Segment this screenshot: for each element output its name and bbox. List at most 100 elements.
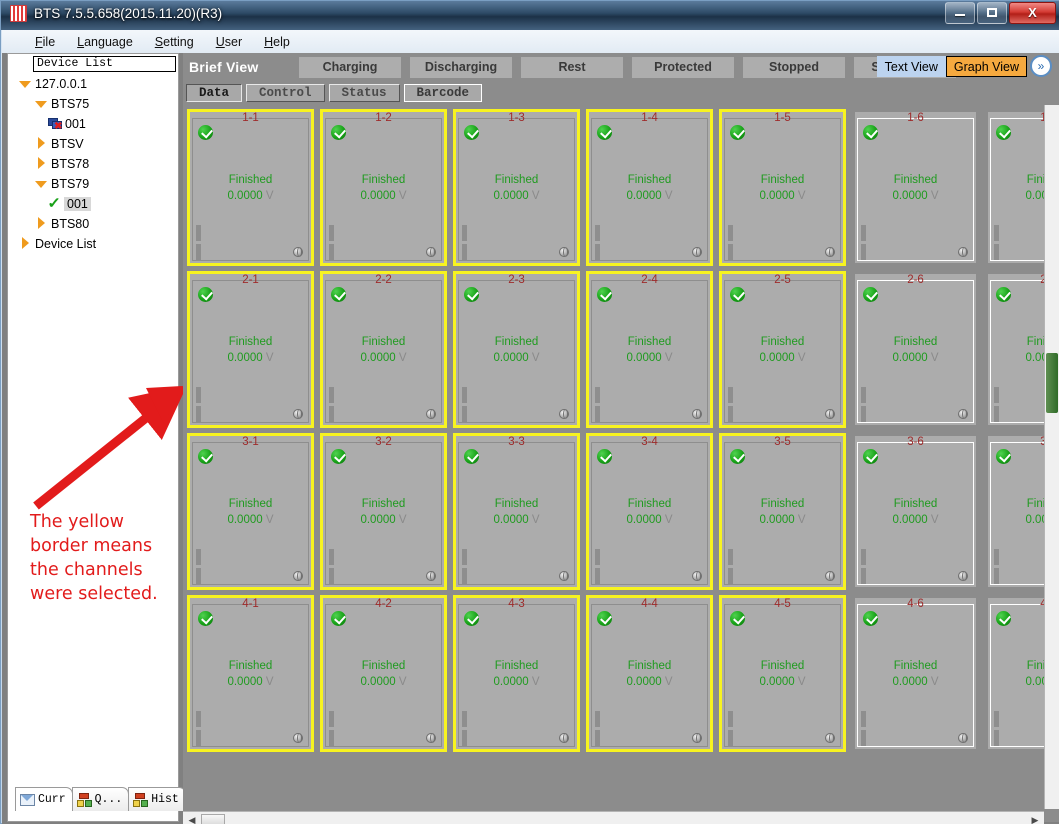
channel-voltage-value: 0.0000 — [1025, 352, 1044, 364]
tree-item-bts78[interactable]: BTS78 — [18, 154, 178, 174]
channel-cell[interactable]: 4-1 Finished 0.0000 V — [187, 595, 314, 752]
filter-stopped[interactable]: Stopped — [743, 56, 845, 78]
channel-cell[interactable]: 1-1 Finished 0.0000 V — [187, 109, 314, 266]
tree-item-label: BTS75 — [51, 97, 90, 111]
arrow-down-icon[interactable] — [18, 77, 32, 91]
arrow-right-icon[interactable] — [18, 236, 32, 252]
channel-cell-readout: Finished 0.0000 V — [722, 334, 843, 366]
filter-rest[interactable]: Rest — [521, 56, 623, 78]
menu-language[interactable]: Language — [66, 32, 144, 52]
channel-cell[interactable]: 3-2 Finished 0.0000 V — [320, 433, 447, 590]
arrow-down-icon[interactable] — [34, 97, 48, 111]
channel-indicator-bar — [329, 406, 334, 422]
channel-cell[interactable]: 3-3 Finished 0.0000 V — [453, 433, 580, 590]
channel-voltage-value: 0.0000 — [1025, 514, 1044, 526]
channel-cell[interactable]: 1-6 Finished 0.0000 V — [852, 109, 979, 266]
channel-voltage: 0.0000 V — [190, 674, 311, 690]
channel-voltage-unit: V — [265, 352, 274, 364]
channel-cell-wrapper: 1-1 Finished 0.0000 V — [185, 107, 318, 269]
graph-view-button[interactable]: Graph View — [945, 56, 1027, 77]
filter-discharging[interactable]: Discharging — [410, 56, 512, 78]
channel-cell-label: 1-5 — [774, 112, 791, 124]
filter-protected[interactable]: Protected — [632, 56, 734, 78]
close-button[interactable]: X — [1009, 2, 1056, 24]
minimize-button[interactable] — [945, 2, 975, 24]
channel-cell-readout: Finished 0.0000 V — [323, 658, 444, 690]
maximize-button[interactable] — [977, 2, 1007, 24]
tree-item-btsv[interactable]: BTSV — [18, 134, 178, 154]
channel-voltage: 0.0000 V — [323, 188, 444, 204]
menu-user[interactable]: User — [205, 32, 253, 52]
tab-control[interactable]: Control — [246, 84, 325, 102]
channel-cell[interactable]: 4-6 Finished 0.0000 V — [852, 595, 979, 752]
channel-cell[interactable]: 1-3 Finished 0.0000 V — [453, 109, 580, 266]
menu-setting[interactable]: Setting — [144, 32, 205, 52]
channel-cell[interactable]: 1-4 Finished 0.0000 V — [586, 109, 713, 266]
arrow-right-icon[interactable] — [34, 216, 48, 232]
tree-item-bts75[interactable]: BTS75 — [18, 94, 178, 114]
channel-indicator-bar — [462, 568, 467, 584]
channel-cell[interactable]: 4-5 Finished 0.0000 V — [719, 595, 846, 752]
vertical-scrollbar[interactable] — [1044, 105, 1059, 809]
channel-cell[interactable]: 4-4 Finished 0.0000 V — [586, 595, 713, 752]
channel-cell[interactable]: 2-7 Finished 0.0000 V — [985, 271, 1044, 428]
channel-grid: 1-1 Finished 0.0000 V 1-2 Finished 0.0000 V 1-… — [185, 107, 1044, 755]
horizontal-scrollbar-thumb[interactable] — [201, 814, 225, 824]
filter-charging[interactable]: Charging — [299, 56, 401, 78]
tab-data[interactable]: Data — [186, 84, 243, 102]
channel-cell[interactable]: 4-2 Finished 0.0000 V — [320, 595, 447, 752]
channel-indicator-bar — [329, 568, 334, 584]
channel-indicator-bar — [728, 730, 733, 746]
channel-indicator-bar — [595, 730, 600, 746]
channel-cell[interactable]: 3-6 Finished 0.0000 V — [852, 433, 979, 590]
channel-cell[interactable]: 3-4 Finished 0.0000 V — [586, 433, 713, 590]
arrow-right-icon[interactable] — [34, 156, 48, 172]
channel-cell[interactable]: 1-7 Finished 0.0000 V — [985, 109, 1044, 266]
tab-curr[interactable]: Curr — [15, 787, 73, 811]
channel-voltage-value: 0.0000 — [759, 352, 795, 364]
tab-status[interactable]: Status — [328, 84, 400, 102]
channel-cell[interactable]: 4-7 Finished 0.0000 V — [985, 595, 1044, 752]
channel-cell[interactable]: 2-5 Finished 0.0000 V — [719, 271, 846, 428]
channel-cell-wrapper: 1-3 Finished 0.0000 V — [451, 107, 584, 269]
tree-item-127-0-0-1[interactable]: 127.0.0.1 — [18, 74, 178, 94]
channel-cell-label: 4-7 — [1040, 598, 1044, 610]
channel-cell[interactable]: 2-6 Finished 0.0000 V — [852, 271, 979, 428]
arrow-down-icon[interactable] — [34, 177, 48, 191]
sphere-icon — [293, 247, 303, 257]
menu-file[interactable]: File — [24, 32, 66, 52]
tab-query[interactable]: Q... — [71, 787, 130, 811]
tree-item-bts80[interactable]: BTS80 — [18, 214, 178, 234]
channel-cell[interactable]: 2-2 Finished 0.0000 V — [320, 271, 447, 428]
status-ok-check-icon — [331, 125, 346, 140]
channel-indicator-bar — [595, 387, 600, 403]
channel-cell[interactable]: 3-1 Finished 0.0000 V — [187, 433, 314, 590]
tab-hist[interactable]: Hist — [128, 787, 186, 811]
tree-item-bts79-001[interactable]: ✓ 001 — [18, 194, 178, 214]
channel-cell[interactable]: 2-4 Finished 0.0000 V — [586, 271, 713, 428]
tree-item-bts79[interactable]: BTS79 — [18, 174, 178, 194]
tab-barcode[interactable]: Barcode — [403, 84, 483, 102]
channel-cell-wrapper: 4-4 Finished 0.0000 V — [584, 593, 717, 755]
channel-cell[interactable]: 2-3 Finished 0.0000 V — [453, 271, 580, 428]
channel-voltage: 0.0000 V — [456, 512, 577, 528]
menu-help[interactable]: Help — [253, 32, 301, 52]
arrow-right-icon[interactable] — [34, 136, 48, 152]
scroll-left-arrow-icon[interactable]: ◀ — [185, 813, 199, 824]
channel-cell[interactable]: 3-7 Finished 0.0000 V — [985, 433, 1044, 590]
channel-voltage-unit: V — [398, 190, 407, 202]
channel-cell[interactable]: 1-5 Finished 0.0000 V — [719, 109, 846, 266]
channel-indicator-bar — [728, 549, 733, 565]
status-ok-check-icon — [331, 611, 346, 626]
channel-cell[interactable]: 4-3 Finished 0.0000 V — [453, 595, 580, 752]
channel-cell[interactable]: 3-5 Finished 0.0000 V — [719, 433, 846, 590]
channel-cell-wrapper: 4-5 Finished 0.0000 V — [717, 593, 850, 755]
text-view-button[interactable]: Text View — [876, 56, 946, 77]
status-ok-check-icon — [331, 287, 346, 302]
chevron-double-right-icon[interactable]: » — [1030, 55, 1052, 77]
tree-item-device-list[interactable]: Device List — [18, 234, 178, 254]
tree-item-bts75-001[interactable]: ✖ 001 — [18, 114, 178, 134]
channel-cell[interactable]: 1-2 Finished 0.0000 V — [320, 109, 447, 266]
channel-cell[interactable]: 2-1 Finished 0.0000 V — [187, 271, 314, 428]
vertical-scrollbar-thumb[interactable] — [1046, 353, 1058, 413]
